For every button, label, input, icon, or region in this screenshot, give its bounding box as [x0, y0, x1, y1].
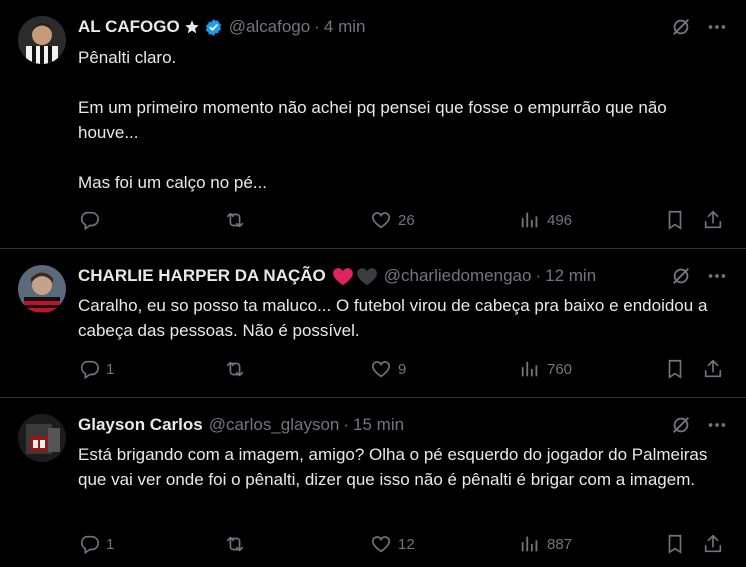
- timestamp[interactable]: 15 min: [353, 415, 404, 435]
- separator-dot: ·: [535, 266, 542, 285]
- views-button[interactable]: 760: [519, 358, 572, 380]
- more-options-icon[interactable]: [706, 265, 728, 292]
- user-handle[interactable]: @charliedomengao: [384, 266, 532, 286]
- reply-feed: AL CAFOGO @alcafogo · 4 min Pênalti clar…: [0, 0, 746, 567]
- like-button[interactable]: 26: [370, 209, 415, 231]
- bookmark-button[interactable]: [664, 533, 686, 555]
- share-icon: [704, 534, 722, 553]
- more-options-icon[interactable]: [706, 16, 728, 43]
- reply-icon: [80, 535, 99, 555]
- user-handle[interactable]: @alcafogo: [229, 17, 311, 37]
- views-chart-icon: [521, 361, 538, 377]
- verified-badge-icon[interactable]: [204, 18, 223, 37]
- display-name[interactable]: CHARLIE HARPER DA NAÇÃO: [78, 266, 326, 286]
- retweet-icon: [226, 212, 244, 228]
- tweet-text: Caralho, eu so posso ta maluco... O fute…: [78, 296, 708, 340]
- view-count: 887: [547, 535, 573, 553]
- tweet-actions: 1 9 760: [78, 358, 726, 382]
- retweet-icon: [226, 361, 244, 377]
- tweet-top-actions: [670, 16, 728, 43]
- tweet[interactable]: CHARLIE HARPER DA NAÇÃO @charliedomengao…: [0, 265, 746, 398]
- tweet-top-actions: [670, 414, 728, 441]
- bookmark-button[interactable]: [664, 358, 686, 380]
- share-button[interactable]: [702, 533, 724, 555]
- tweet-header: AL CAFOGO @alcafogo · 4 min: [78, 16, 365, 38]
- avatar[interactable]: [18, 265, 66, 313]
- black-heart-icon: [356, 266, 378, 286]
- heart-icon: [371, 361, 391, 378]
- bookmark-icon: [668, 210, 682, 230]
- view-count: 496: [547, 211, 573, 229]
- tweet-actions: 26 496: [78, 209, 726, 233]
- retweet-button[interactable]: [223, 533, 253, 555]
- reply-button[interactable]: 1: [78, 533, 114, 555]
- grok-icon[interactable]: [670, 16, 692, 43]
- user-handle[interactable]: @carlos_glayson: [209, 415, 340, 435]
- divider: [0, 248, 746, 249]
- tweet[interactable]: Glayson Carlos @carlos_glayson · 15 min …: [0, 414, 746, 567]
- like-count: 26: [398, 211, 415, 229]
- separator-dot: ·: [314, 17, 320, 36]
- tweet-header: CHARLIE HARPER DA NAÇÃO @charliedomengao…: [78, 265, 596, 287]
- reply-count: 1: [106, 360, 115, 378]
- heart-icon: [371, 212, 391, 229]
- red-heart-icon: [332, 266, 354, 286]
- bookmark-icon: [668, 534, 682, 554]
- views-chart-icon: [521, 536, 538, 552]
- display-name[interactable]: Glayson Carlos: [78, 415, 203, 435]
- views-button[interactable]: 887: [519, 533, 572, 555]
- timestamp[interactable]: 12 min: [545, 266, 596, 286]
- divider: [0, 397, 746, 398]
- share-icon: [704, 359, 722, 378]
- tweet-top-actions: [670, 265, 728, 292]
- view-count: 760: [547, 360, 573, 378]
- tweet-text: Pênalti claro. Em um primeiro momento nã…: [78, 48, 667, 192]
- like-button[interactable]: 12: [370, 533, 415, 555]
- share-icon: [704, 210, 722, 229]
- tweet-text: Está brigando com a imagem, amigo? Olha …: [78, 445, 708, 489]
- avatar[interactable]: [18, 16, 66, 64]
- retweet-icon: [226, 536, 244, 552]
- reply-button[interactable]: [78, 209, 106, 231]
- retweet-button[interactable]: [223, 209, 253, 231]
- bookmark-icon: [668, 359, 682, 379]
- bookmark-button[interactable]: [664, 209, 686, 231]
- display-name[interactable]: AL CAFOGO: [78, 17, 180, 37]
- tweet-header: Glayson Carlos @carlos_glayson · 15 min: [78, 414, 404, 436]
- like-button[interactable]: 9: [370, 358, 406, 380]
- star-icon: [184, 19, 200, 35]
- tweet-actions: 1 12 887: [78, 533, 726, 557]
- reply-button[interactable]: 1: [78, 358, 114, 380]
- share-button[interactable]: [702, 209, 724, 231]
- grok-icon[interactable]: [670, 414, 692, 441]
- retweet-button[interactable]: [223, 358, 253, 380]
- heart-icon: [371, 536, 391, 553]
- reply-icon: [80, 360, 99, 380]
- separator-dot: ·: [343, 415, 350, 434]
- like-count: 9: [398, 360, 407, 378]
- views-button[interactable]: 496: [519, 209, 572, 231]
- grok-icon[interactable]: [670, 265, 692, 292]
- share-button[interactable]: [702, 358, 724, 380]
- avatar[interactable]: [18, 414, 66, 462]
- reply-count: 1: [106, 535, 115, 553]
- tweet[interactable]: AL CAFOGO @alcafogo · 4 min Pênalti clar…: [0, 16, 746, 248]
- more-options-icon[interactable]: [706, 414, 728, 441]
- like-count: 12: [398, 535, 415, 553]
- timestamp[interactable]: 4 min: [324, 17, 366, 37]
- views-chart-icon: [521, 212, 538, 228]
- reply-icon: [80, 211, 99, 231]
